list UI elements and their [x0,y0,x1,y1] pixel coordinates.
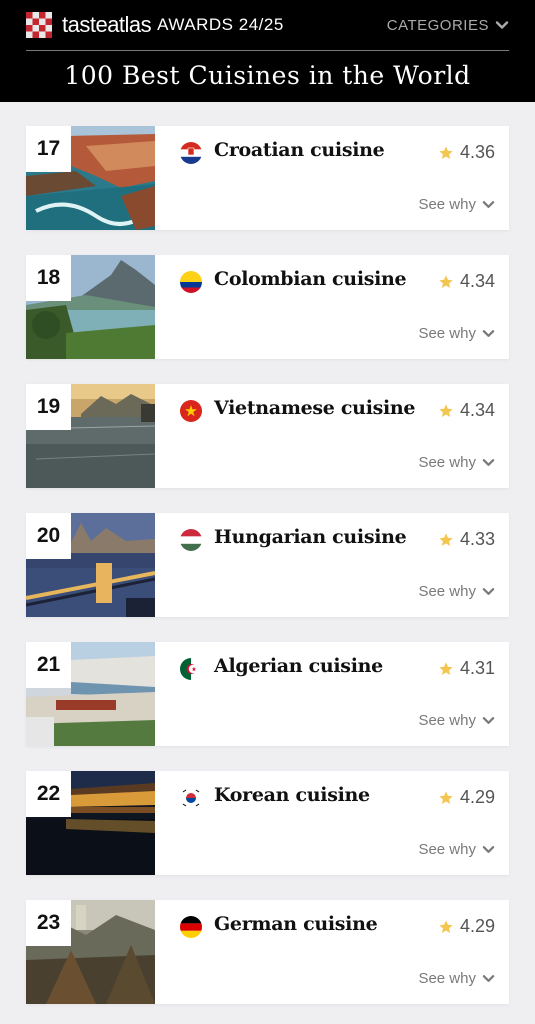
chevron-down-icon [482,975,495,982]
cuisine-photo[interactable]: 23 [26,900,155,1004]
card-body: Algerian cuisine 4.31 See why [155,642,509,746]
awards-label: AWARDS 24/25 [157,15,284,34]
cuisine-name[interactable]: Colombian cuisine [214,268,407,290]
cuisine-name[interactable]: Vietnamese cuisine [214,397,416,419]
card-body: Vietnamese cuisine 4.34 See why [155,384,509,488]
chevron-down-icon [482,330,495,337]
rating: 4.33 [438,529,495,550]
cuisine-card[interactable]: 21 Algerian cuisine 4.31 See why [26,642,509,746]
hungary-flag-icon [180,529,202,551]
see-why-label: See why [418,454,476,471]
star-icon [439,145,453,159]
tasteatlas-logo-icon[interactable] [26,12,52,38]
cuisine-name[interactable]: Algerian cuisine [214,655,383,677]
card-body: Hungarian cuisine 4.33 See why [155,513,509,617]
card-body: Croatian cuisine 4.36 See why [155,126,509,230]
cuisine-card[interactable]: 17 Croatian cuisine 4.36 See why [26,126,509,230]
rank-badge: 22 [26,771,71,817]
top-bar: tasteatlas AWARDS 24/25 CATEGORIES 100 B… [0,0,535,102]
cuisine-photo[interactable]: 20 [26,513,155,617]
rank-badge: 23 [26,900,71,946]
see-why-button[interactable]: See why [418,454,495,471]
see-why-button[interactable]: See why [418,841,495,858]
rating: 4.29 [438,916,495,937]
cuisine-name[interactable]: Croatian cuisine [214,139,385,161]
germany-flag-icon [180,916,202,938]
see-why-label: See why [418,325,476,342]
rating: 4.31 [438,658,495,679]
star-icon [439,403,453,417]
chevron-down-icon [482,588,495,595]
cuisine-name[interactable]: Hungarian cuisine [214,526,407,548]
cuisine-card[interactable]: 19 Vietnamese cuisine 4.34 See why [26,384,509,488]
rating: 4.34 [438,400,495,421]
categories-menu-button[interactable]: CATEGORIES [387,17,509,34]
cuisine-list: 17 Croatian cuisine 4.36 See why 18 Colo… [0,102,535,1004]
logo-text[interactable]: tasteatlas [62,12,152,38]
see-why-button[interactable]: See why [418,970,495,987]
rating: 4.29 [438,787,495,808]
rating-value: 4.33 [459,529,495,549]
see-why-button[interactable]: See why [418,583,495,600]
korea-flag-icon [180,787,202,809]
croatia-flag-icon [180,142,202,164]
rating-value: 4.36 [459,142,495,162]
categories-label: CATEGORIES [386,16,489,34]
card-body: German cuisine 4.29 See why [155,900,509,1004]
cuisine-card[interactable]: 20 Hungarian cuisine 4.33 See why [26,513,509,617]
see-why-button[interactable]: See why [418,196,495,213]
star-icon [439,532,453,546]
colombia-flag-icon [180,271,202,293]
cuisine-photo[interactable]: 19 [26,384,155,488]
see-why-label: See why [418,712,476,729]
vietnam-flag-icon [180,400,202,422]
cuisine-card[interactable]: 18 Colombian cuisine 4.34 See why [26,255,509,359]
rating-value: 4.34 [459,271,495,291]
cuisine-photo[interactable]: 17 [26,126,155,230]
rank-badge: 19 [26,384,71,430]
chevron-down-icon [482,846,495,853]
cuisine-photo[interactable]: 21 [26,642,155,746]
cuisine-name[interactable]: Korean cuisine [214,784,370,806]
cuisine-photo[interactable]: 22 [26,771,155,875]
cuisine-name[interactable]: German cuisine [214,913,378,935]
chevron-down-icon [482,717,495,724]
rank-badge: 20 [26,513,71,559]
cuisine-card[interactable]: 23 German cuisine 4.29 See why [26,900,509,1004]
rating: 4.34 [438,271,495,292]
see-why-button[interactable]: See why [418,325,495,342]
see-why-label: See why [418,970,476,987]
rating-value: 4.29 [459,787,495,807]
rating-value: 4.34 [459,400,495,420]
cuisine-photo[interactable]: 18 [26,255,155,359]
see-why-button[interactable]: See why [418,712,495,729]
rank-badge: 18 [26,255,71,301]
chevron-down-icon [495,21,509,29]
see-why-label: See why [418,196,476,213]
star-icon [439,274,453,288]
algeria-flag-icon [180,658,202,680]
rating-value: 4.31 [459,658,495,678]
see-why-label: See why [418,583,476,600]
nav-row: tasteatlas AWARDS 24/25 CATEGORIES [26,0,509,51]
see-why-label: See why [418,841,476,858]
chevron-down-icon [482,201,495,208]
rating-value: 4.29 [459,916,495,936]
card-body: Colombian cuisine 4.34 See why [155,255,509,359]
rank-badge: 21 [26,642,71,688]
rank-badge: 17 [26,126,71,172]
chevron-down-icon [482,459,495,466]
cuisine-card[interactable]: 22 Korean cuisine 4.29 See why [26,771,509,875]
card-body: Korean cuisine 4.29 See why [155,771,509,875]
star-icon [439,661,453,675]
rating: 4.36 [438,142,495,163]
page-title: 100 Best Cuisines in the World [64,61,471,90]
star-icon [439,790,453,804]
star-icon [439,919,453,933]
